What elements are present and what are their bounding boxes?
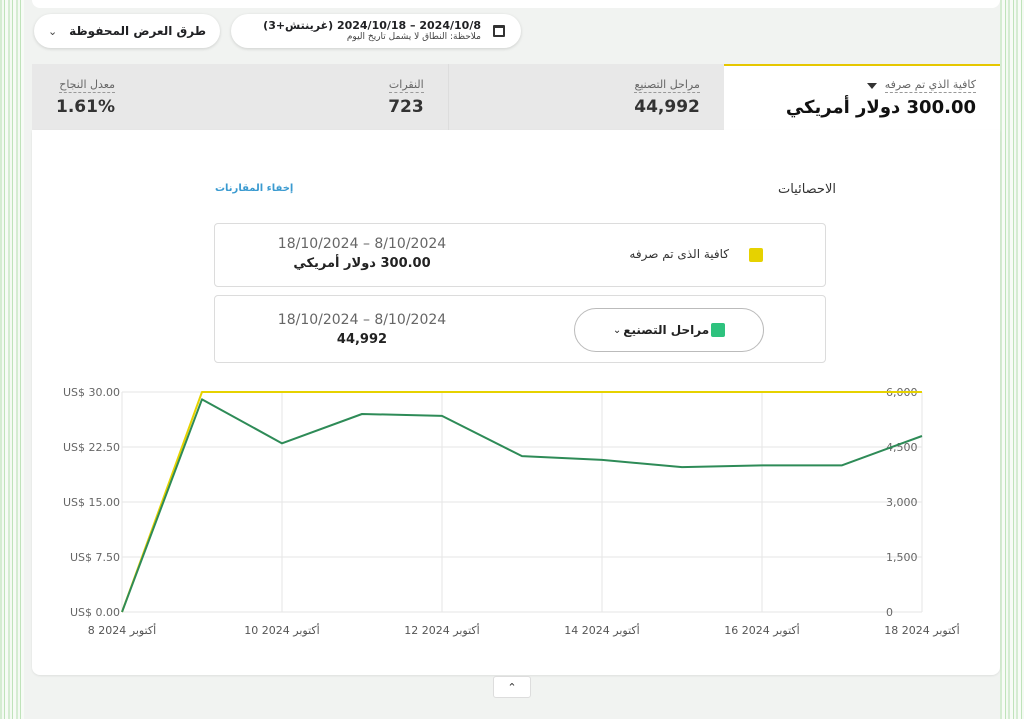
metric-production[interactable]: مراحل التصنيع 44,992 — [447, 64, 724, 130]
y-left-tick-label: US$ 15.00 — [63, 496, 120, 509]
saved-views-dropdown[interactable]: طرق العرض المحفوظة ⌄ — [34, 14, 220, 48]
x-tick-label: 12 أكتوبر 2024 — [404, 623, 479, 637]
metrics-bar: كافية الذي تم صرفه 300.00 دولار أمريكي م… — [32, 64, 1000, 130]
y-left-tick-label: US$ 7.50 — [70, 551, 120, 564]
date-range-picker[interactable]: 2024/10/8 – 2024/10/18 (غرينتش+3) ملاحظة… — [231, 14, 521, 48]
calendar-icon — [493, 25, 505, 37]
metric-spend-label: كافية الذي تم صرفه — [884, 78, 976, 93]
y-left-tick-label: US$ 22.50 — [63, 441, 120, 454]
y-left-tick-label: US$ 0.00 — [70, 606, 120, 619]
metric-success-value: 1.61% — [56, 96, 115, 117]
saved-views-label: طرق العرض المحفوظة — [69, 24, 206, 38]
metric-spend-value: 300.00 دولار أمريكي — [785, 97, 976, 118]
top-card-edge — [32, 0, 1000, 8]
series-line-production — [121, 398, 923, 613]
stats-card: الاحصائيات إخفاء المقارنات 18/10/2024 – … — [32, 130, 1000, 675]
line-chart: US$ 0.00 0 US$ 7.50 1,500 US$ 15.00 3,000 US$ … — [63, 386, 960, 637]
metric-success-label: معدل النجاح — [59, 77, 115, 93]
x-tick-label: 14 أكتوبر 2024 — [564, 623, 639, 637]
metric-production-label: مراحل التصنيع — [634, 77, 700, 93]
x-tick-label: 8 أكتوبر 2024 — [88, 623, 156, 637]
x-tick-label: 16 أكتوبر 2024 — [724, 623, 799, 637]
x-tick-label: 10 أكتوبر 2024 — [244, 623, 319, 637]
metric-spend[interactable]: كافية الذي تم صرفه 300.00 دولار أمريكي — [723, 64, 1000, 130]
date-range-text: 2024/10/8 – 2024/10/18 (غرينتش+3) — [263, 19, 481, 32]
y-right-tick-label: 3,000 — [886, 496, 918, 509]
metric-clicks-label: النقرات — [388, 77, 424, 93]
main-panel: طرق العرض المحفوظة ⌄ 2024/10/8 – 2024/10… — [24, 0, 1000, 719]
metric-production-value: 44,992 — [634, 96, 700, 117]
y-left-tick-label: US$ 30.00 — [63, 386, 120, 399]
y-right-tick-label: 1,500 — [886, 551, 918, 564]
chevron-down-icon: ⌄ — [48, 24, 58, 38]
metric-clicks[interactable]: النقرات 723 — [139, 64, 448, 130]
metric-clicks-value: 723 — [388, 96, 424, 117]
dropdown-triangle-icon[interactable] — [866, 82, 877, 89]
y-right-tick-label: 0 — [886, 606, 893, 619]
x-tick-label: 18 أكتوبر 2024 — [884, 623, 959, 637]
date-range-note: ملاحظة: النطاق لا يشمل تاريخ اليوم — [346, 32, 481, 43]
collapse-button[interactable]: ⌃ — [493, 676, 531, 698]
metric-success-rate[interactable]: معدل النجاح 1.61% — [32, 64, 139, 130]
chevron-up-icon: ⌃ — [507, 680, 517, 694]
